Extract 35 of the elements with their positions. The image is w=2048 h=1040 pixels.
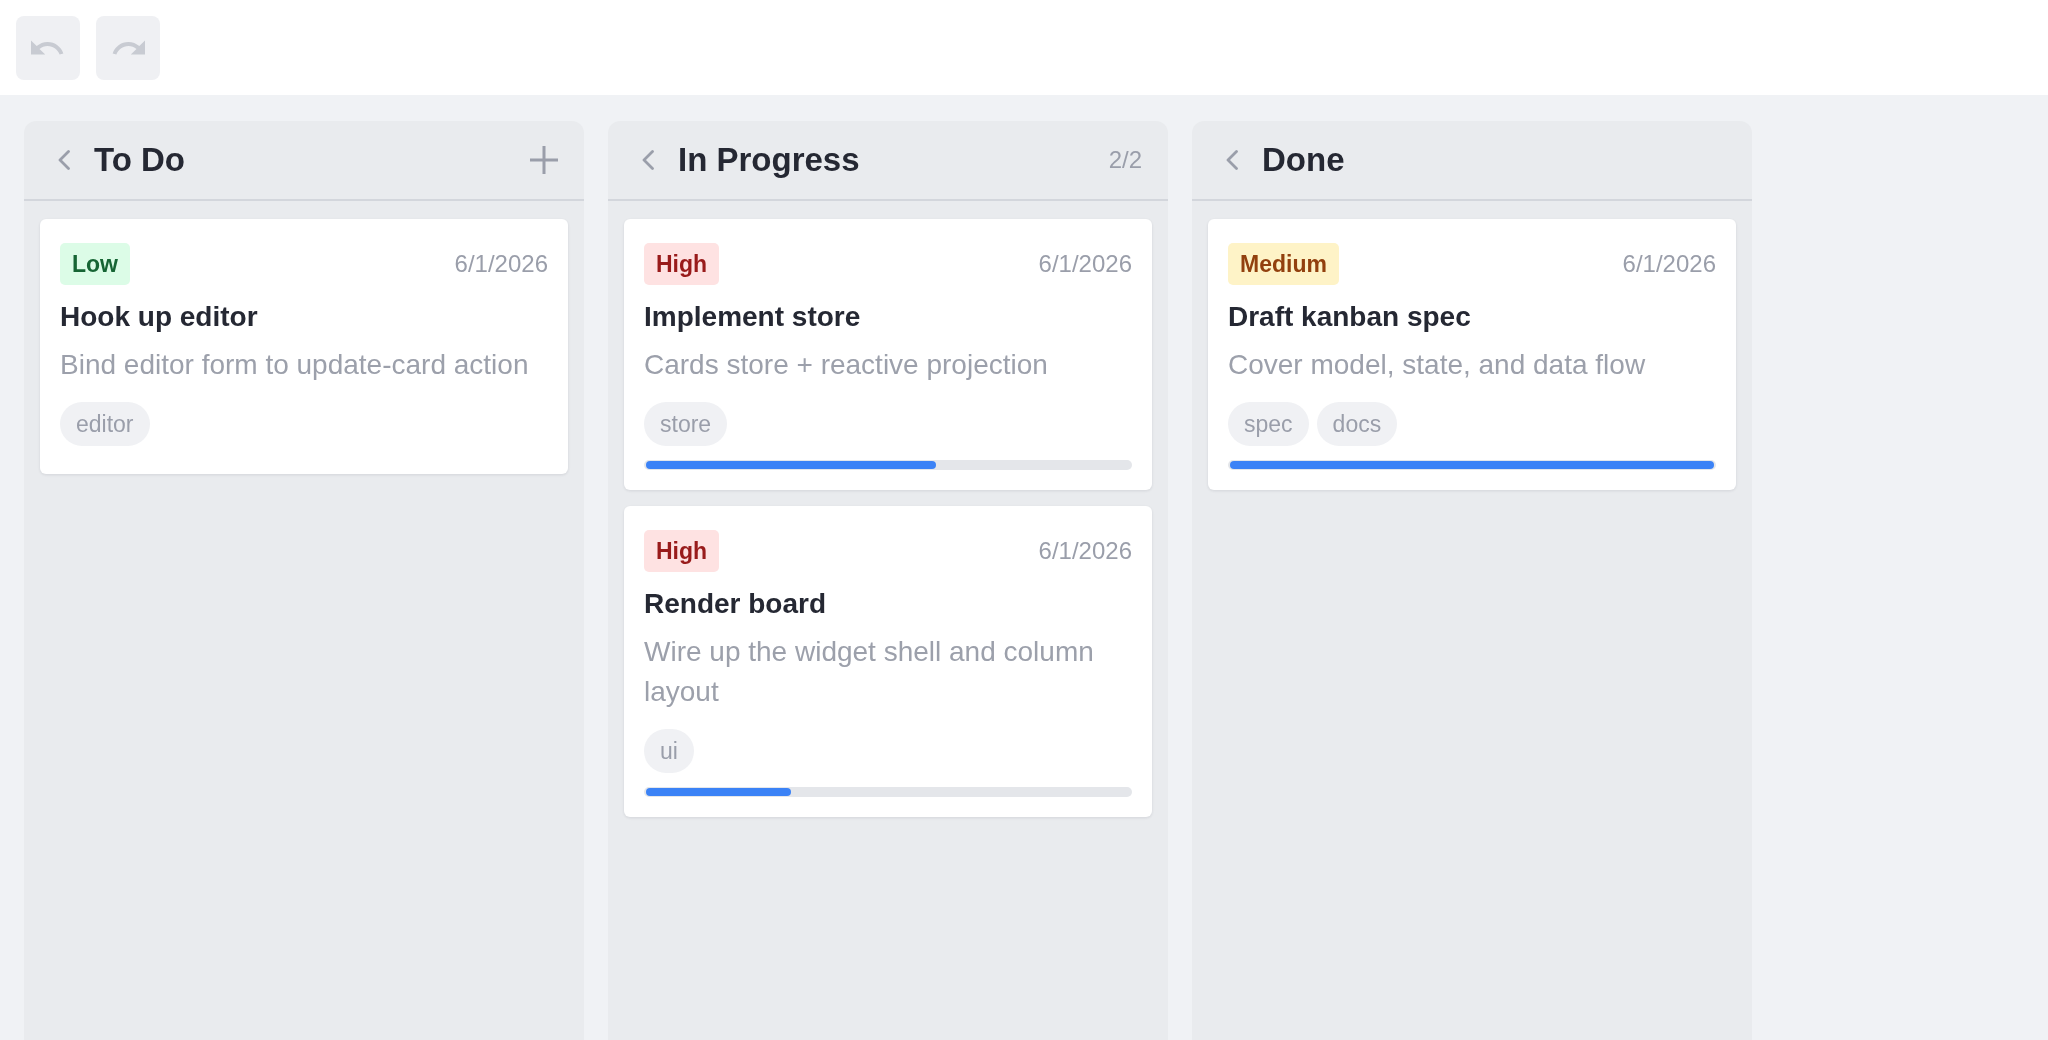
card-description: Bind editor form to update-card action (60, 348, 530, 382)
task-card[interactable]: High 6/1/2026 Render board Wire up the widget shell and column layout ui (624, 505, 1152, 817)
plus-icon[interactable] (530, 146, 558, 174)
column-title: To Do (94, 141, 186, 179)
card-count: 2/2 (1108, 146, 1142, 174)
tag-chip: docs (1316, 401, 1398, 446)
card-title: Render board (644, 586, 828, 621)
card-title: Draft kanban spec (1228, 300, 1472, 334)
task-card[interactable]: High 6/1/2026 Implement store Cards store + reactive projection store (624, 219, 1152, 490)
card-description: Cards store + reactive projection (644, 348, 1049, 382)
card-description: Wire up the widget shell and column layout (644, 634, 1095, 709)
card-description: Cover model, state, and data flow (1228, 348, 1647, 382)
due-date: 6/1/2026 (1038, 250, 1132, 278)
tag-chip: ui (644, 728, 694, 773)
tag-chip: store (644, 401, 728, 446)
tag-chip: editor (60, 401, 150, 446)
chevron-left-icon[interactable] (642, 150, 654, 170)
undo-icon (31, 39, 65, 55)
priority-badge: High (644, 529, 720, 572)
priority-badge: Low (60, 243, 130, 285)
chevron-left-icon[interactable] (1226, 150, 1238, 170)
chevron-left-icon[interactable] (58, 150, 70, 170)
task-card[interactable]: Medium 6/1/2026 Draft kanban spec Cover model, state, and data flow spec docs (1208, 219, 1736, 490)
column-title: Done (1262, 141, 1345, 179)
task-card[interactable]: Low 6/1/2026 Hook up editor Bind editor form to update-card action editor (40, 219, 568, 474)
card-title: Hook up editor (60, 300, 259, 334)
due-date: 6/1/2026 (1622, 250, 1716, 278)
redo-icon (111, 39, 145, 55)
priority-badge: Medium (1228, 243, 1339, 285)
card-title: Implement store (644, 300, 862, 334)
priority-badge: High (644, 243, 720, 285)
due-date: 6/1/2026 (1038, 536, 1132, 565)
tag-chip: spec (1228, 401, 1309, 446)
column-title: In Progress (678, 141, 860, 179)
due-date: 6/1/2026 (454, 250, 548, 278)
